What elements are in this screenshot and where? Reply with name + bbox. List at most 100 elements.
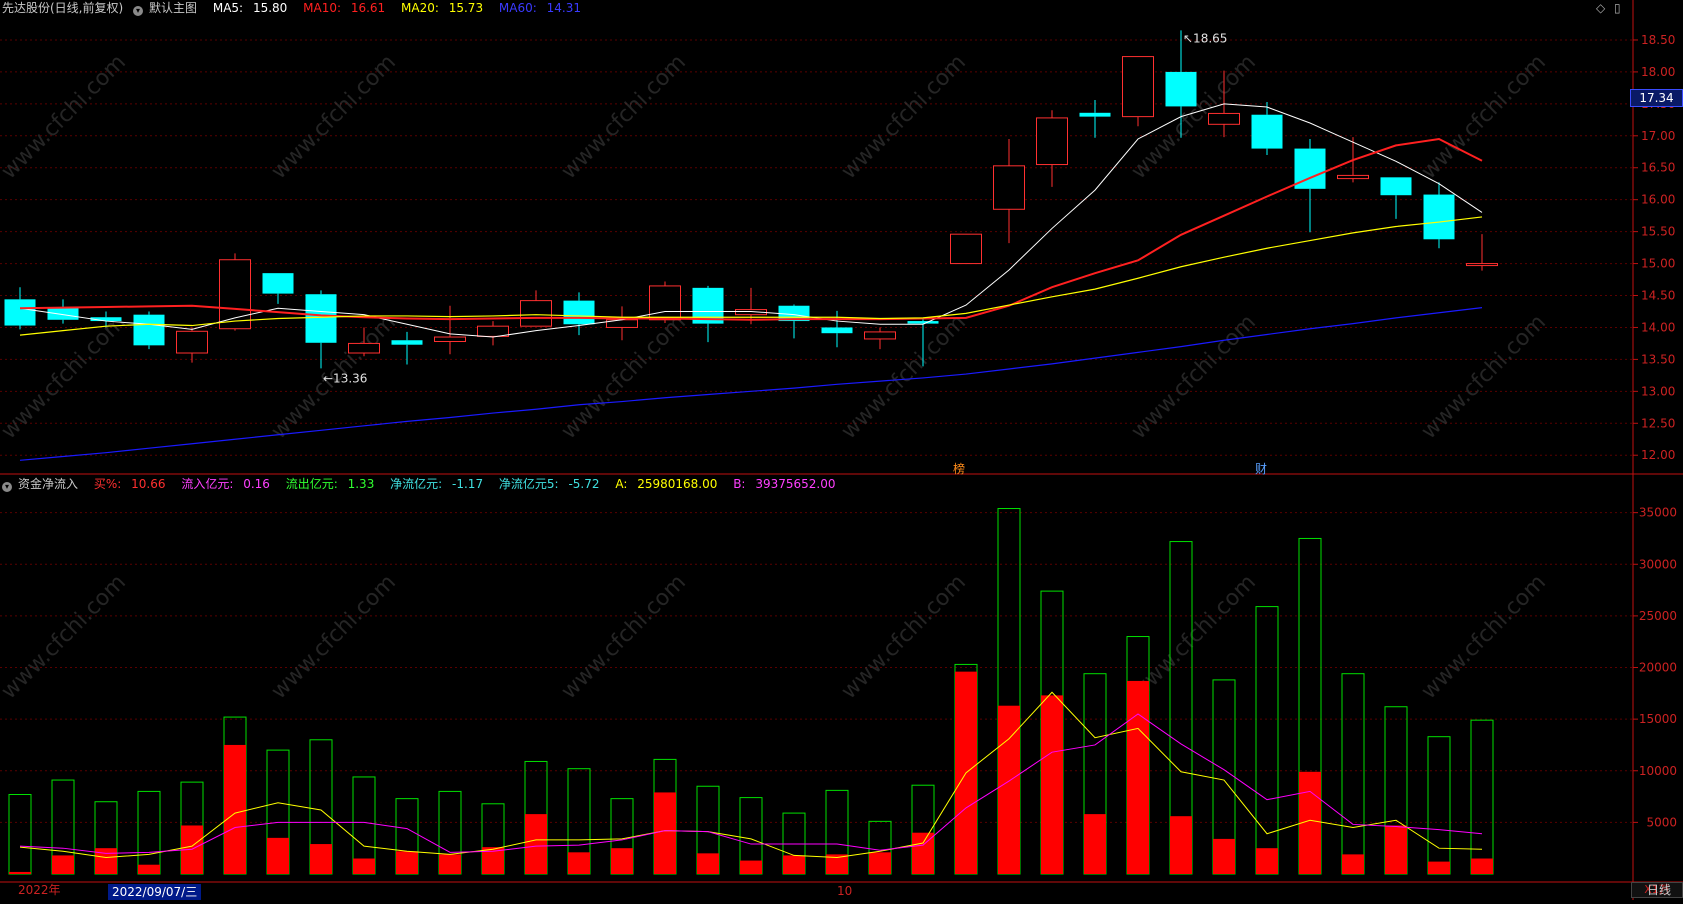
inflow-bar bbox=[1127, 680, 1149, 874]
candle bbox=[1294, 138, 1326, 233]
candle bbox=[864, 327, 896, 350]
watermark: www.cfchi.com bbox=[557, 310, 691, 444]
cursor-date: 2022/09/07/三 bbox=[108, 884, 202, 900]
candle bbox=[606, 306, 638, 341]
candle bbox=[1251, 101, 1283, 155]
candle-body bbox=[993, 165, 1025, 210]
buy-pct: 买%: 10.66 bbox=[93, 477, 166, 491]
indicator-selector[interactable]: ▾ 资金净流入 bbox=[2, 477, 84, 492]
watermark: www.cfchi.com bbox=[1417, 570, 1551, 704]
current-price-box: 17.34 bbox=[1630, 89, 1683, 107]
candle-body bbox=[1036, 117, 1068, 166]
candle bbox=[950, 233, 982, 265]
inflow-bar bbox=[1342, 854, 1364, 874]
ma-line-ma60 bbox=[19, 307, 1483, 461]
candle-body bbox=[950, 233, 982, 265]
main-chart-label: 默认主图 bbox=[149, 1, 198, 15]
candle-body bbox=[133, 314, 165, 346]
inflow-bar bbox=[568, 852, 590, 874]
inflow-bar bbox=[1041, 695, 1063, 874]
inflow: 流入亿元: 0.16 bbox=[181, 477, 270, 491]
price-tick-label: 16.00 bbox=[1641, 193, 1675, 207]
candle bbox=[1122, 56, 1154, 127]
candle-body bbox=[348, 342, 380, 354]
inflow-bar bbox=[1084, 814, 1106, 874]
panel-toggle-icon[interactable]: ▯ bbox=[1614, 1, 1621, 15]
candle-body bbox=[563, 300, 595, 325]
watermark: www.cfchi.com bbox=[0, 50, 131, 184]
watermark: www.cfchi.com bbox=[557, 50, 691, 184]
bang-marker[interactable]: 榜 bbox=[953, 460, 965, 477]
candle-body bbox=[864, 331, 896, 340]
watermark: www.cfchi.com bbox=[267, 570, 401, 704]
candle bbox=[305, 290, 337, 369]
cai-marker[interactable]: 财 bbox=[1255, 460, 1267, 477]
candle bbox=[1079, 100, 1111, 138]
candle bbox=[692, 285, 724, 343]
low-annotation: ←13.36 bbox=[323, 371, 367, 385]
candle-body bbox=[305, 294, 337, 343]
price-tick-label: 12.00 bbox=[1641, 448, 1675, 462]
ma5-legend: MA5: 15.80 bbox=[213, 1, 293, 15]
inflow-bar bbox=[1471, 858, 1493, 874]
outflow-bar bbox=[137, 790, 161, 875]
candle-body bbox=[1380, 177, 1412, 196]
candle-body bbox=[4, 299, 36, 326]
dropdown-icon: ▾ bbox=[2, 482, 12, 492]
candle-body bbox=[1208, 112, 1240, 125]
candle-body bbox=[520, 300, 552, 327]
candle bbox=[563, 292, 595, 336]
main-chart-header: 先达股份(日线,前复权) ▾ 默认主图 MA5: 15.80 MA10: 16.6… bbox=[2, 0, 593, 16]
ma10-label: MA10: bbox=[303, 1, 341, 15]
candle-body bbox=[477, 325, 509, 337]
inflow-bar bbox=[1170, 816, 1192, 874]
dropdown-icon: ▾ bbox=[133, 6, 144, 16]
main-chart-selector[interactable]: ▾ 默认主图 bbox=[133, 1, 203, 16]
inflow-bar bbox=[1428, 861, 1450, 874]
month-label: 10 bbox=[837, 884, 853, 898]
price-tick-label: 14.00 bbox=[1641, 320, 1675, 334]
candle-body bbox=[1423, 194, 1455, 240]
stock-title[interactable]: 先达股份(日线,前复权) bbox=[2, 1, 123, 15]
candle bbox=[219, 253, 251, 331]
ma20-label: MA20: bbox=[401, 1, 439, 15]
year-label: 2022年 bbox=[18, 883, 61, 897]
watermark: www.cfchi.com bbox=[1417, 310, 1551, 444]
ma60-label: MA60: bbox=[498, 1, 537, 15]
candle-body bbox=[262, 273, 294, 294]
price-tick-label: 15.50 bbox=[1641, 225, 1675, 239]
netflow5: 净流亿元5: -5.72 bbox=[498, 477, 600, 491]
watermark: www.cfchi.com bbox=[1417, 50, 1551, 184]
ma60-legend: MA60: 14.31 bbox=[499, 1, 587, 15]
inflow-bar bbox=[224, 744, 246, 874]
candle bbox=[1466, 234, 1498, 271]
candle-body bbox=[907, 321, 939, 324]
candle bbox=[262, 273, 294, 304]
diamond-icon[interactable]: ◇ bbox=[1596, 1, 1605, 15]
chart-stage: 12.00 12.50 13.00 13.50 14.00 14.50 15.00 15.50… bbox=[0, 0, 1683, 900]
flow-tick-label: 35000 bbox=[1639, 506, 1677, 520]
candle-body bbox=[176, 330, 208, 354]
candle-body bbox=[1337, 174, 1369, 180]
candle bbox=[821, 310, 853, 348]
candle-body bbox=[821, 327, 853, 334]
inflow-bar bbox=[869, 852, 891, 874]
candle bbox=[176, 327, 208, 363]
b-value: B: 39375652.00 bbox=[733, 477, 836, 491]
inflow-bar bbox=[1213, 838, 1235, 874]
inflow-bar bbox=[52, 855, 74, 874]
price-tick-label: 13.50 bbox=[1641, 352, 1675, 366]
inflow-bar bbox=[740, 860, 762, 874]
inflow-bar bbox=[697, 853, 719, 874]
watermark: www.cfchi.com bbox=[267, 50, 401, 184]
candle bbox=[1423, 182, 1455, 249]
period-label[interactable]: 日线 bbox=[1647, 881, 1671, 898]
ma5-value: 15.80 bbox=[252, 1, 288, 15]
price-tick-label: 14.50 bbox=[1641, 289, 1675, 303]
inflow-bar bbox=[783, 855, 805, 874]
inflow-bar bbox=[1385, 825, 1407, 874]
outflow: 流出亿元: 1.33 bbox=[285, 477, 375, 491]
inflow-bar bbox=[439, 854, 461, 874]
outflow-bar bbox=[1470, 719, 1494, 875]
price-tick-label: 13.00 bbox=[1641, 384, 1675, 398]
